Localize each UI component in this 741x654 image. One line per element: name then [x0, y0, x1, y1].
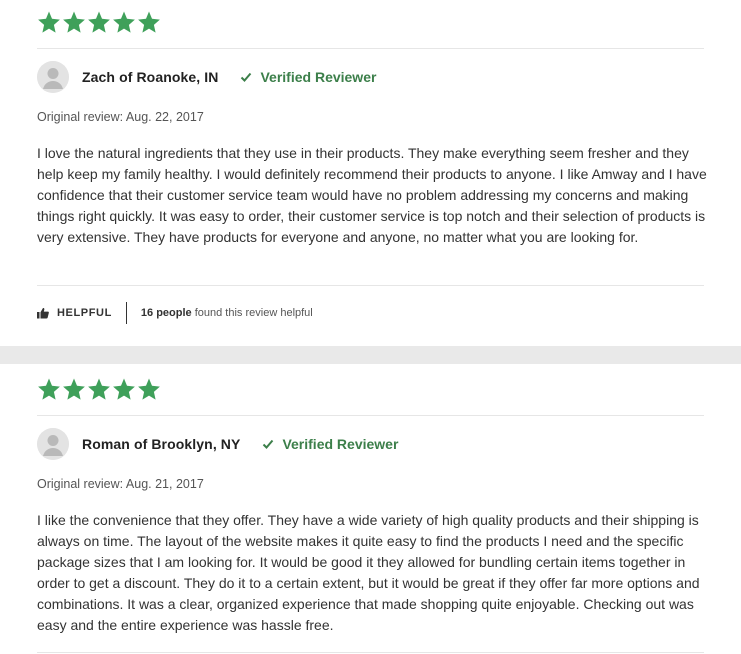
star-icon	[137, 377, 161, 401]
review-card: Zach of Roanoke, IN Verified Reviewer Or…	[0, 0, 741, 346]
star-icon	[37, 377, 61, 401]
divider	[37, 652, 704, 653]
avatar	[37, 61, 69, 93]
star-icon	[37, 10, 61, 34]
thumbs-up-icon	[37, 307, 49, 319]
star-rating	[37, 10, 161, 34]
verified-badge: Verified Reviewer	[240, 69, 376, 85]
user-icon	[37, 61, 69, 93]
reviewer-info: Roman of Brooklyn, NY Verified Reviewer	[37, 428, 398, 460]
reviewer-name[interactable]: Roman of Brooklyn, NY	[82, 436, 240, 452]
verified-label: Verified Reviewer	[260, 69, 377, 85]
verified-badge: Verified Reviewer	[262, 436, 398, 452]
helpful-label: HELPFUL	[57, 307, 112, 319]
star-icon	[112, 377, 136, 401]
reviewer-name[interactable]: Zach of Roanoke, IN	[82, 69, 218, 85]
review-text: I love the natural ingredients that they…	[37, 145, 707, 245]
reviewer-info: Zach of Roanoke, IN Verified Reviewer	[37, 61, 376, 93]
star-icon	[87, 377, 111, 401]
checkmark-icon	[240, 71, 252, 83]
star-icon	[62, 377, 86, 401]
divider	[37, 285, 704, 286]
helpful-count: 16 people found this review helpful	[141, 307, 313, 319]
original-review-date: Original review: Aug. 22, 2017	[37, 110, 204, 124]
helpful-count-number: 16 people	[140, 307, 192, 319]
star-icon	[137, 10, 161, 34]
checkmark-icon	[262, 438, 274, 450]
star-icon	[87, 10, 111, 34]
star-icon	[62, 10, 86, 34]
original-review-date: Original review: Aug. 21, 2017	[37, 477, 204, 491]
avatar	[37, 428, 69, 460]
user-icon	[37, 428, 69, 460]
divider	[37, 48, 704, 49]
star-icon	[112, 10, 136, 34]
review-card: Roman of Brooklyn, NY Verified Reviewer …	[0, 364, 741, 654]
helpful-row: HELPFUL 16 people found this review help…	[37, 302, 313, 324]
review-text: I like the convenience that they offer. …	[37, 512, 700, 633]
vertical-divider	[125, 302, 127, 324]
star-rating	[37, 377, 161, 401]
verified-label: Verified Reviewer	[282, 436, 399, 452]
helpful-button[interactable]: HELPFUL	[37, 307, 112, 319]
divider	[37, 415, 704, 416]
helpful-count-suffix: found this review helpful	[191, 307, 313, 319]
